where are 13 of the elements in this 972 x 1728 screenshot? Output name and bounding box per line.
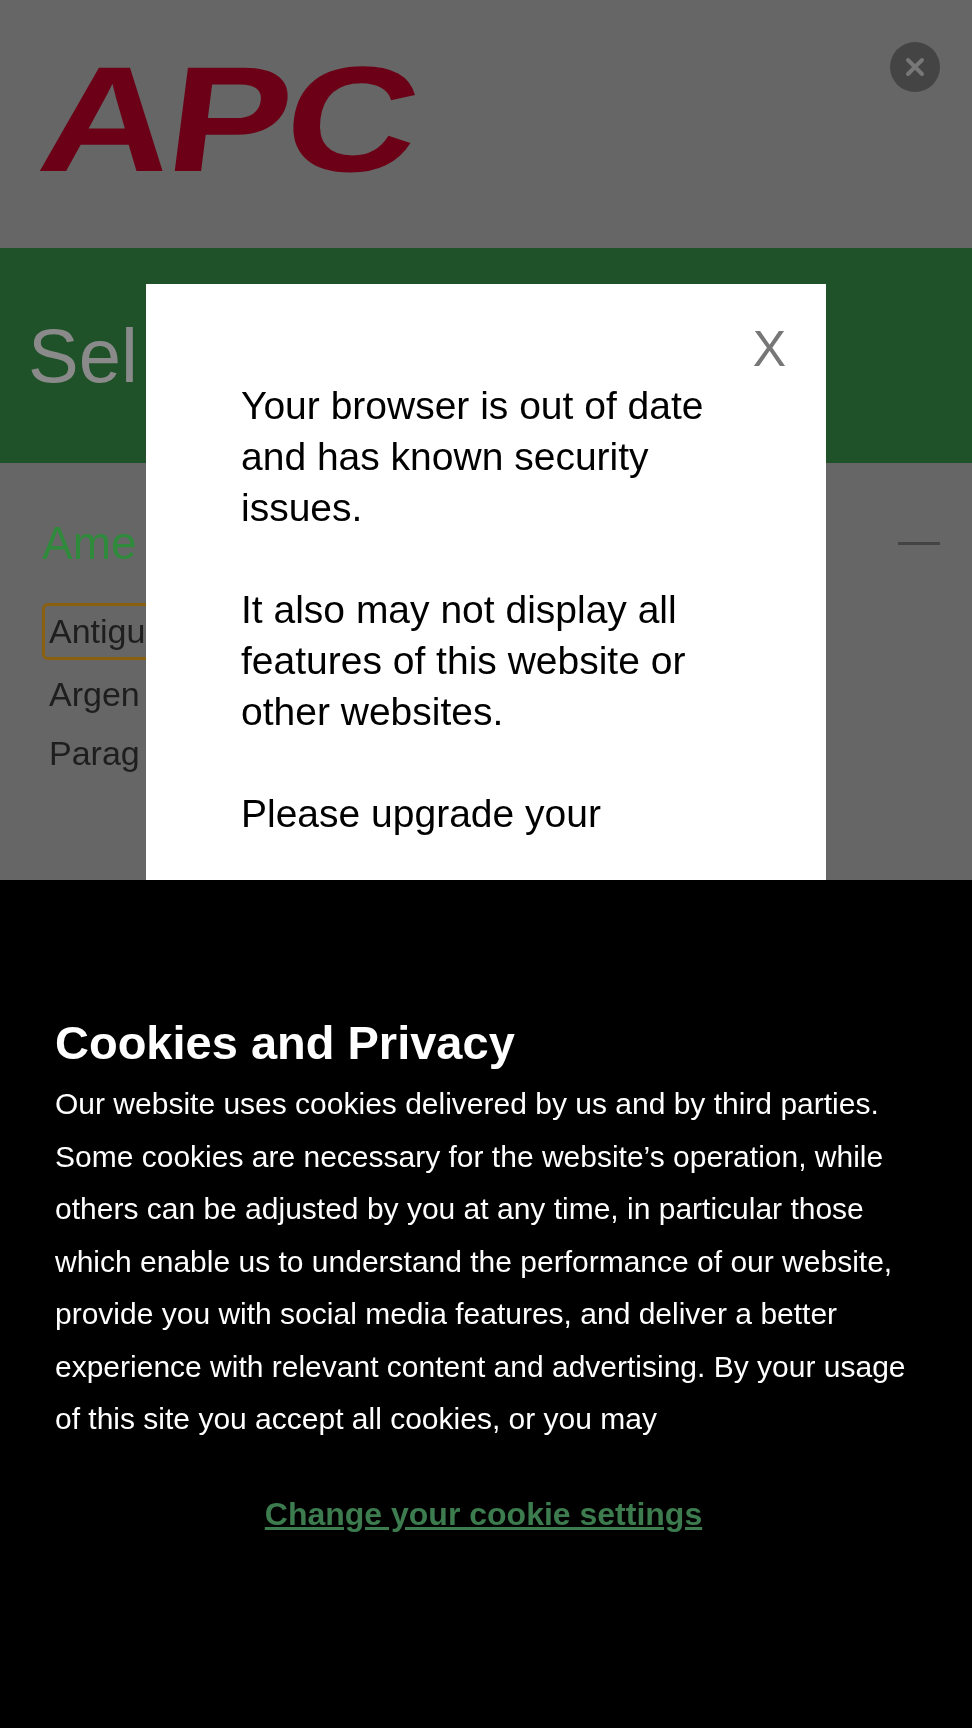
cookie-text: Our website uses cookies delivered by us and by third parties. Some cookies are necessary for the website’s operation, while others can be adjusted by you at any time, in particular those which enable us to understand the performance of our website, provide you with social media features, and deliver a better experience with relevant content and advertising. By your usage of this site you accept all cookies, or you may [55, 1086, 907, 1437]
warning-text: It also may not display all features of this website or other websites. [241, 587, 687, 735]
warning-text: Your browser is out of date and has known security issues. [241, 383, 705, 531]
warning-text: Please upgrade your [241, 791, 602, 837]
country-link[interactable]: Argen [42, 670, 147, 719]
collapse-icon[interactable] [898, 541, 940, 545]
close-button[interactable]: X [752, 324, 786, 374]
cookie-title: Cookies and Privacy [55, 1015, 516, 1070]
cookie-settings-link[interactable]: Change your cookie settings [264, 1495, 703, 1532]
logo[interactable]: APC [32, 44, 424, 194]
country-link[interactable]: Parag [42, 729, 147, 778]
page-title: Sel [28, 312, 138, 399]
close-icon[interactable] [890, 42, 940, 92]
